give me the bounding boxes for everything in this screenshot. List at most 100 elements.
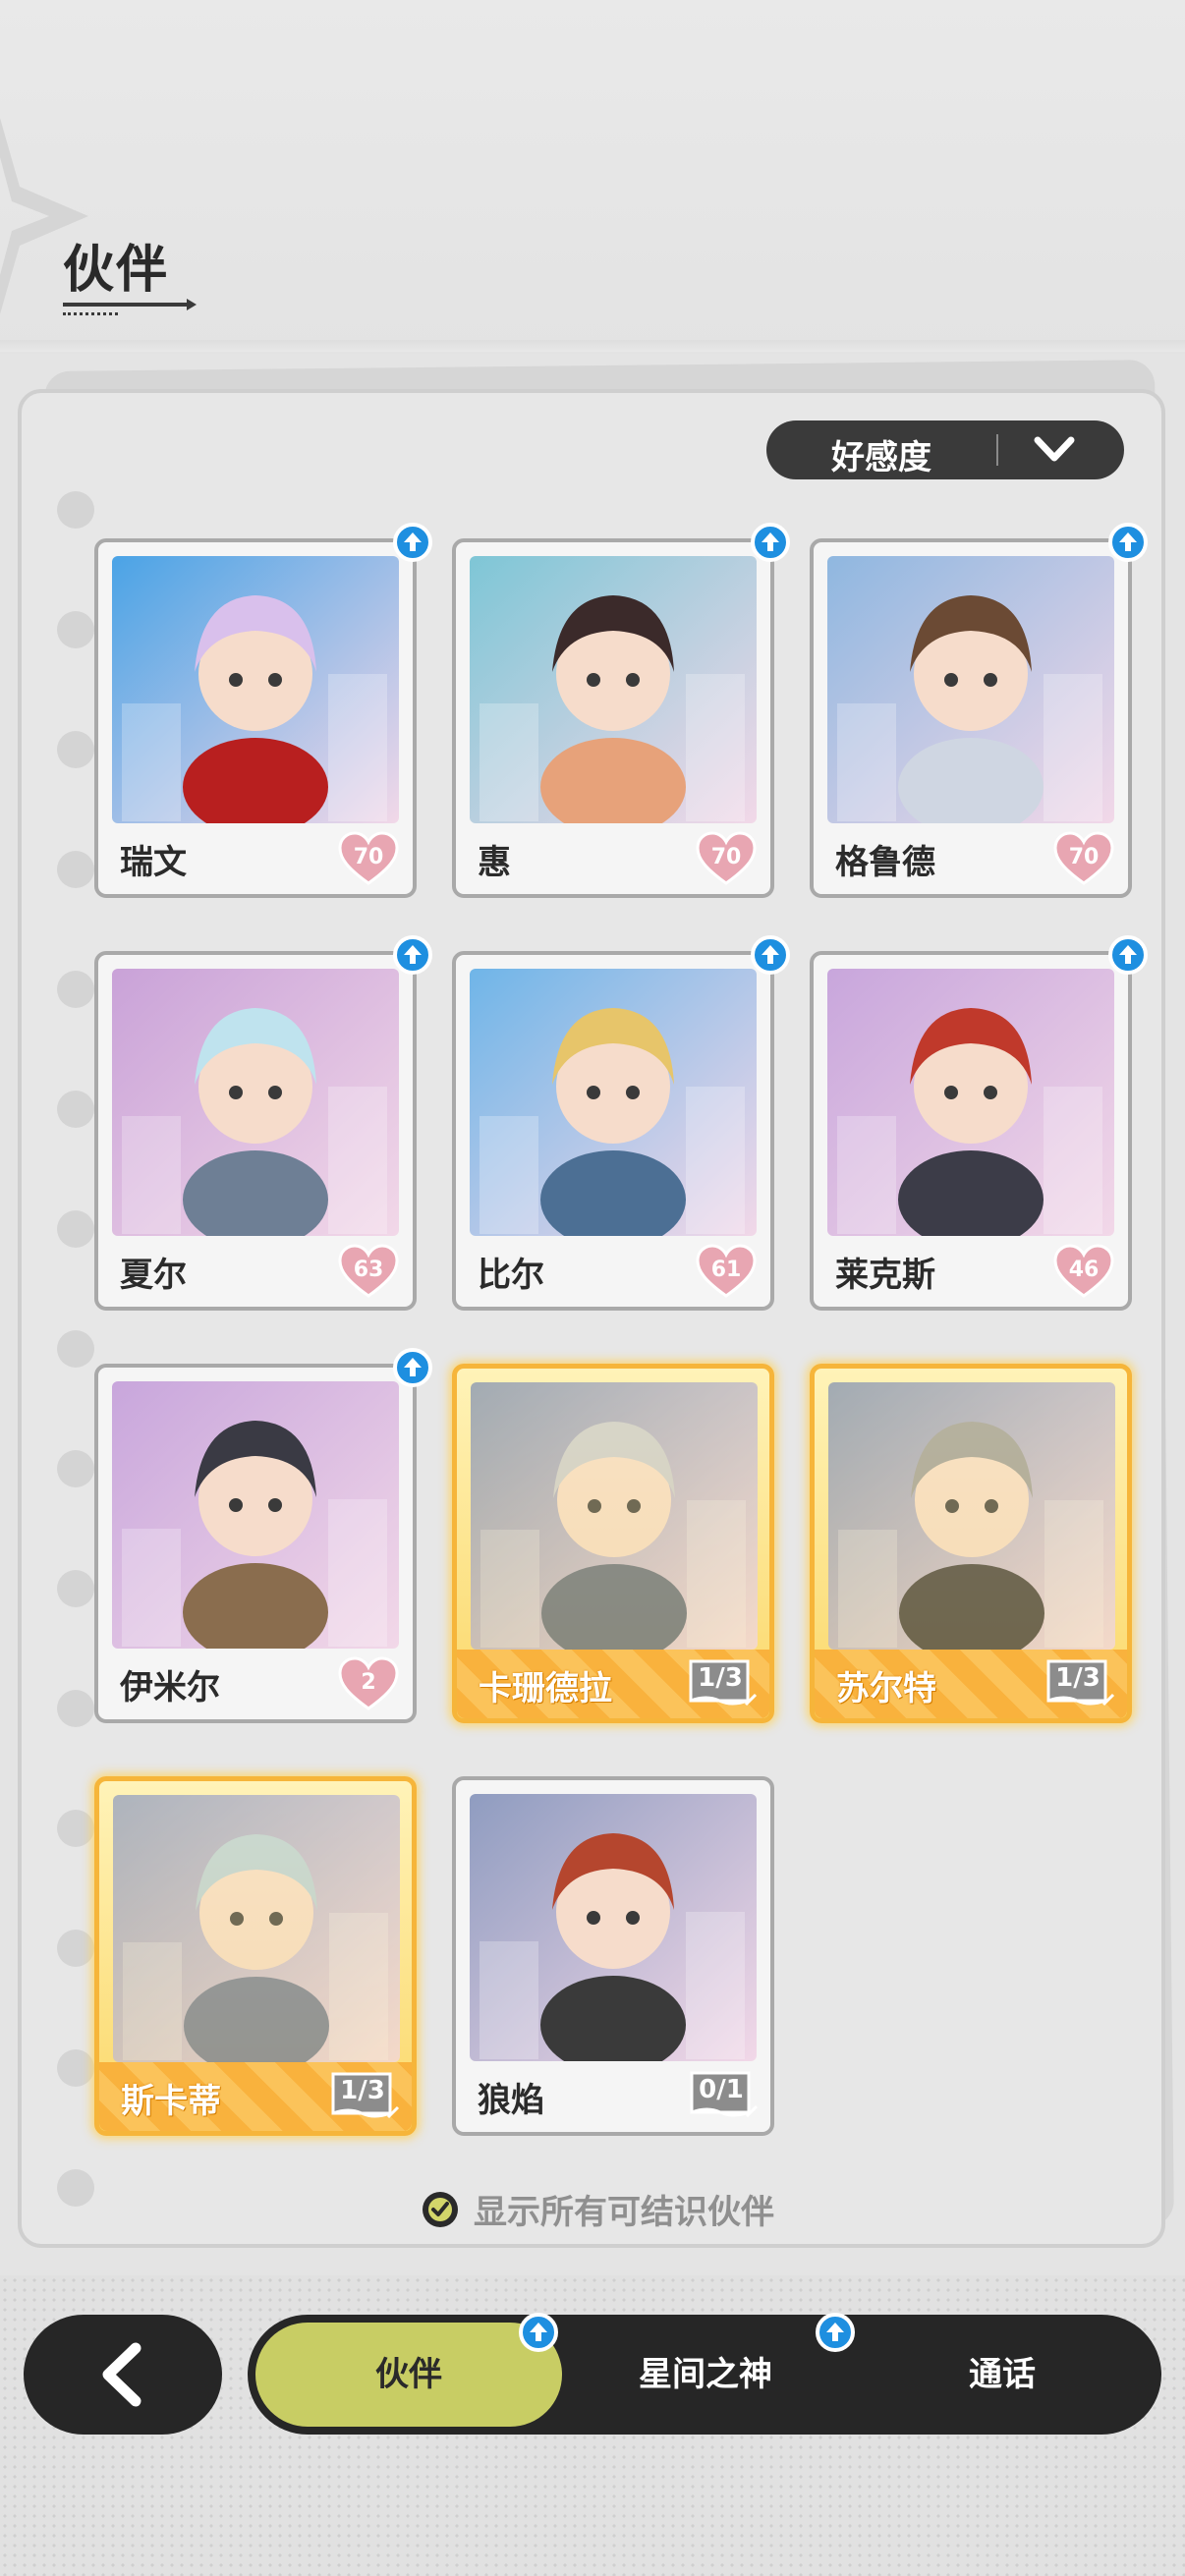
partner-name: 比尔 bbox=[478, 1256, 544, 1295]
book-icon: 1/3 bbox=[329, 2068, 402, 2125]
binder-hole bbox=[57, 1690, 94, 1727]
partner-card[interactable]: 伊米尔 2 bbox=[94, 1348, 432, 1723]
book-icon: 0/1 bbox=[688, 2067, 761, 2124]
bottom-tab-bar: 伙伴 星间之神 通话 bbox=[248, 2313, 1161, 2435]
upgrade-arrow-icon bbox=[1108, 523, 1148, 562]
partner-portrait bbox=[112, 1381, 399, 1649]
partner-card[interactable]: 比尔 61 bbox=[452, 935, 790, 1311]
binder-hole bbox=[57, 1570, 94, 1607]
back-button[interactable] bbox=[24, 2315, 222, 2435]
sort-divider bbox=[996, 434, 998, 466]
title-arrow-icon bbox=[187, 299, 197, 310]
binder-hole bbox=[57, 1810, 94, 1847]
binder-hole bbox=[57, 851, 94, 888]
partner-portrait bbox=[828, 1382, 1115, 1650]
affinity-value: 2 bbox=[361, 1670, 376, 1695]
partner-name: 惠 bbox=[478, 843, 511, 882]
page-title-block: 伙伴 bbox=[63, 228, 197, 315]
partner-name: 伊米尔 bbox=[120, 1668, 220, 1708]
partner-name: 格鲁德 bbox=[835, 843, 935, 882]
partner-card[interactable]: 格鲁德 70 bbox=[810, 523, 1148, 898]
affinity-value: 70 bbox=[710, 845, 742, 869]
title-dots bbox=[63, 312, 118, 315]
affinity-heart-icon: 46 bbox=[1053, 1244, 1114, 1299]
tab-partners[interactable]: 伙伴 bbox=[255, 2323, 562, 2427]
affinity-heart-icon: 70 bbox=[696, 831, 757, 886]
page-title: 伙伴 bbox=[63, 241, 170, 300]
affinity-value: 70 bbox=[1068, 845, 1100, 869]
progress-value: 0/1 bbox=[699, 2075, 744, 2104]
partner-portrait bbox=[470, 556, 757, 823]
partner-portrait bbox=[471, 1382, 758, 1650]
affinity-value: 61 bbox=[710, 1258, 742, 1282]
tab-star-gods-label: 星间之神 bbox=[639, 2355, 772, 2394]
partner-card[interactable]: 莱克斯 46 bbox=[810, 935, 1148, 1311]
partner-name: 瑞文 bbox=[120, 843, 187, 882]
upgrade-arrow-icon bbox=[393, 935, 432, 975]
partner-name: 苏尔特 bbox=[836, 1669, 936, 1708]
partner-card[interactable]: 夏尔 63 bbox=[94, 935, 432, 1311]
binder-hole bbox=[57, 971, 94, 1008]
binder-hole bbox=[57, 1450, 94, 1487]
tab-partners-label: 伙伴 bbox=[375, 2355, 442, 2394]
affinity-heart-icon: 2 bbox=[338, 1656, 399, 1711]
book-icon: 1/3 bbox=[1044, 1655, 1117, 1712]
upgrade-arrow-icon bbox=[816, 2313, 855, 2352]
partner-name: 狼焰 bbox=[478, 2081, 544, 2120]
chevron-down-icon bbox=[1034, 436, 1075, 462]
upgrade-arrow-icon bbox=[393, 1348, 432, 1387]
upgrade-arrow-icon bbox=[751, 523, 790, 562]
partner-name: 夏尔 bbox=[120, 1256, 187, 1295]
partner-portrait bbox=[470, 969, 757, 1236]
sort-label: 好感度 bbox=[831, 438, 931, 477]
partner-portrait bbox=[112, 556, 399, 823]
partner-portrait bbox=[112, 969, 399, 1236]
back-arrow-icon bbox=[102, 2342, 141, 2407]
partner-card[interactable]: 惠 70 bbox=[452, 523, 790, 898]
affinity-value: 46 bbox=[1068, 1258, 1100, 1282]
progress-value: 1/3 bbox=[698, 1663, 743, 1693]
progress-value: 1/3 bbox=[340, 2076, 385, 2105]
binder-hole bbox=[57, 731, 94, 768]
partner-card[interactable]: 苏尔特 1/3 bbox=[810, 1364, 1132, 1723]
binder-hole bbox=[57, 491, 94, 529]
binder-hole bbox=[57, 1091, 94, 1128]
binder-hole bbox=[57, 2049, 94, 2087]
tab-calls[interactable]: 通话 bbox=[849, 2323, 1156, 2427]
show-all-label: 显示所有可结识伙伴 bbox=[474, 2193, 774, 2232]
binder-hole bbox=[57, 1930, 94, 1967]
partner-card[interactable]: 瑞文 70 bbox=[94, 523, 432, 898]
affinity-heart-icon: 63 bbox=[338, 1244, 399, 1299]
show-all-toggle[interactable]: 显示所有可结识伙伴 bbox=[421, 2185, 774, 2233]
tab-star-gods[interactable]: 星间之神 bbox=[552, 2323, 859, 2427]
partner-name: 卡珊德拉 bbox=[479, 1669, 612, 1708]
partner-name: 莱克斯 bbox=[835, 1256, 935, 1295]
header-divider bbox=[0, 340, 1185, 352]
title-underline bbox=[63, 303, 187, 307]
upgrade-arrow-icon bbox=[751, 935, 790, 975]
binder-hole bbox=[57, 1330, 94, 1368]
binder-hole bbox=[57, 1210, 94, 1248]
partner-portrait bbox=[827, 969, 1114, 1236]
partner-portrait bbox=[470, 1794, 757, 2061]
affinity-value: 63 bbox=[353, 1258, 384, 1282]
checkbox-checked-icon bbox=[423, 2191, 458, 2227]
affinity-heart-icon: 70 bbox=[338, 831, 399, 886]
partner-card[interactable]: 斯卡蒂 1/3 bbox=[94, 1776, 417, 2136]
affinity-heart-icon: 70 bbox=[1053, 831, 1114, 886]
partner-portrait bbox=[113, 1795, 400, 2062]
binder-hole bbox=[57, 611, 94, 648]
progress-value: 1/3 bbox=[1055, 1663, 1100, 1693]
book-icon: 1/3 bbox=[687, 1655, 760, 1712]
upgrade-arrow-icon bbox=[393, 523, 432, 562]
upgrade-arrow-icon bbox=[519, 2313, 558, 2352]
upgrade-arrow-icon bbox=[1108, 935, 1148, 975]
tab-calls-label: 通话 bbox=[969, 2355, 1036, 2394]
affinity-value: 70 bbox=[353, 845, 384, 869]
partner-card[interactable]: 狼焰 0/1 bbox=[452, 1776, 774, 2136]
sort-dropdown[interactable]: 好感度 bbox=[766, 420, 1124, 479]
header-background bbox=[0, 0, 1185, 354]
affinity-heart-icon: 61 bbox=[696, 1244, 757, 1299]
partner-card[interactable]: 卡珊德拉 1/3 bbox=[452, 1364, 774, 1723]
partner-name: 斯卡蒂 bbox=[121, 2082, 221, 2121]
